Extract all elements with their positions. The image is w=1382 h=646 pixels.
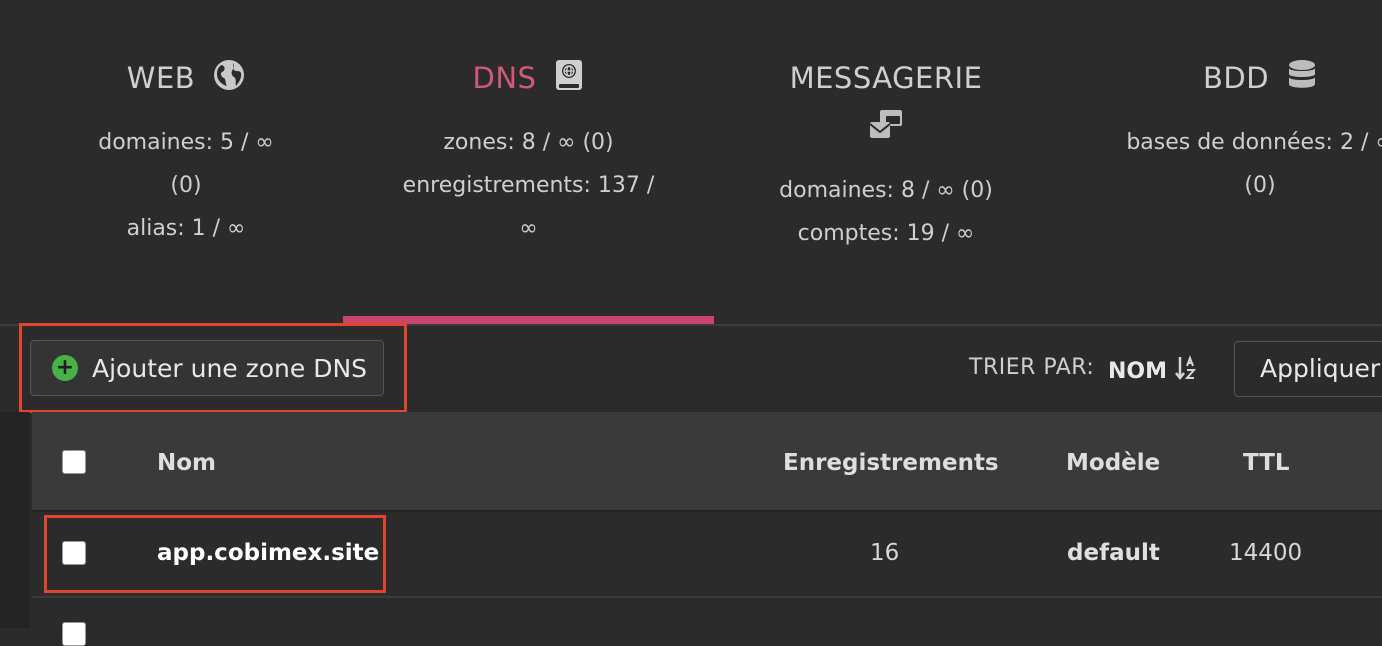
tab-messagerie-label: MESSAGERIE — [789, 61, 983, 95]
zone-template: default — [1067, 540, 1160, 566]
mail-bulk-icon — [714, 108, 1058, 146]
tab-web[interactable]: WEB domaines: 5 / ∞ (0) alias: 1 / ∞ — [0, 0, 372, 324]
tab-dns-stat-records-limit: ∞ — [519, 216, 538, 241]
row-checkbox[interactable] — [62, 622, 86, 646]
tab-web-stat-domains: domaines: 5 / ∞ — [98, 130, 274, 155]
sort-label: TRIER PAR: — [969, 355, 1095, 380]
tab-bdd[interactable]: BDD bases de données: 2 / ∞ (0) — [1084, 0, 1382, 324]
highlight-box-zone-row — [44, 515, 386, 593]
tab-bdd-title: BDD — [1084, 58, 1382, 98]
tab-dns-stat-zones: zones: 8 / ∞ (0) — [443, 130, 614, 155]
left-strip — [0, 412, 30, 628]
service-tabs: WEB domaines: 5 / ∞ (0) alias: 1 / ∞ DNS — [0, 0, 1382, 324]
globe-icon — [213, 59, 245, 98]
tab-messagerie-stat-domains: domaines: 8 / ∞ (0) — [779, 178, 993, 203]
sort-by-name-toggle[interactable]: NOM — [1108, 355, 1199, 387]
highlight-box-add-button — [19, 323, 407, 413]
tab-messagerie[interactable]: MESSAGERIE domaines: 8 / ∞ (0) comptes: … — [714, 0, 1058, 324]
tab-web-label: WEB — [126, 61, 196, 95]
column-header-records[interactable]: Enregistrements — [783, 450, 999, 476]
column-header-ttl[interactable]: TTL — [1243, 450, 1290, 476]
table-row-partial — [32, 598, 1382, 646]
sort-alpha-down-icon — [1175, 355, 1199, 387]
tab-dns-label: DNS — [472, 61, 537, 95]
column-header-name[interactable]: Nom — [157, 450, 216, 476]
select-all-checkbox[interactable] — [62, 450, 86, 474]
tab-dns-stat-records: enregistrements: 137 / — [402, 173, 655, 198]
tab-bdd-stat-databases: bases de données: 2 / ∞ — [1126, 130, 1382, 155]
zone-records-count: 16 — [870, 540, 900, 566]
database-icon — [1287, 59, 1317, 98]
apply-to-button[interactable]: Appliquer à — [1234, 341, 1382, 397]
tab-dns[interactable]: DNS zones: 8 / ∞ (0) enregistrements: 13… — [343, 0, 714, 324]
sort-value: NOM — [1108, 358, 1168, 384]
tab-bdd-stat-pending: (0) — [1244, 173, 1276, 198]
zone-ttl: 14400 — [1229, 540, 1303, 566]
tab-web-stat-alias: alias: 1 / ∞ — [126, 216, 246, 241]
tab-messagerie-stat-accounts: comptes: 19 / ∞ — [797, 221, 975, 246]
tab-bdd-label: BDD — [1202, 61, 1270, 95]
tab-dns-title: DNS — [343, 58, 714, 98]
address-book-icon — [554, 59, 584, 98]
tab-web-stat-pending: (0) — [170, 173, 202, 198]
tab-messagerie-title: MESSAGERIE — [714, 58, 1058, 98]
tab-web-title: WEB — [0, 58, 372, 98]
table-header — [32, 412, 1382, 512]
column-header-template[interactable]: Modèle — [1066, 450, 1160, 476]
